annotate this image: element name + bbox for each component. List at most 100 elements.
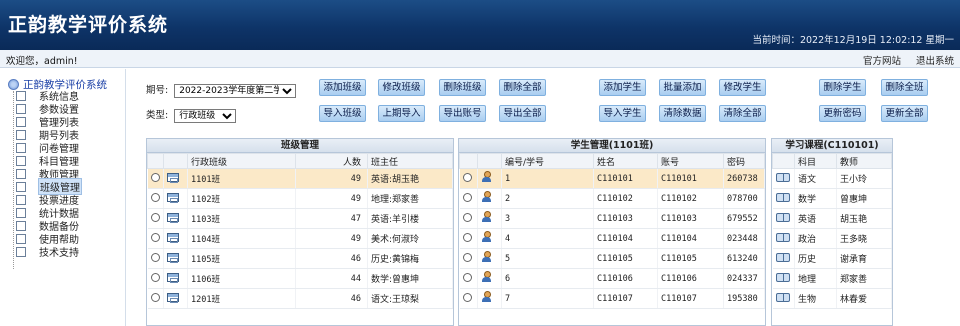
delete-class-button[interactable]: 删除班级 (439, 79, 486, 96)
import-previous-button[interactable]: 上期导入 (378, 105, 425, 122)
class-teacher: 英语:胡玉艳 (367, 168, 453, 189)
window-icon[interactable] (167, 252, 179, 263)
book-icon[interactable] (775, 172, 790, 182)
user-icon[interactable] (481, 271, 492, 283)
official-site-link[interactable]: 官方网站 (863, 56, 901, 67)
course-row[interactable]: 政治 王多晓 (772, 228, 892, 249)
book-icon[interactable] (775, 232, 790, 242)
class-radio[interactable] (150, 212, 160, 222)
update-all-button[interactable]: 更新全部 (881, 105, 928, 122)
class-teacher: 美术:何淑玲 (367, 228, 453, 249)
edit-class-button[interactable]: 修改班级 (378, 79, 425, 96)
class-radio[interactable] (150, 172, 160, 182)
student-radio[interactable] (462, 252, 472, 262)
sidebar-item-label: 技术支持 (39, 248, 79, 259)
student-icon-cell (477, 248, 502, 269)
student-radio[interactable] (462, 172, 472, 182)
class-count: 44 (295, 268, 368, 289)
student-row[interactable]: 1 C110101 C110101 260738 (459, 168, 765, 189)
student-radio[interactable] (462, 192, 472, 202)
class-radio[interactable] (150, 252, 160, 262)
student-col-radio (459, 153, 478, 169)
window-icon[interactable] (167, 172, 179, 183)
class-radio[interactable] (150, 272, 160, 282)
student-password: 613240 (723, 248, 765, 269)
student-account: C110103 (657, 208, 724, 229)
add-student-button[interactable]: 添加学生 (599, 79, 646, 96)
student-row[interactable]: 2 C110102 C110102 078700 (459, 188, 765, 209)
student-radio[interactable] (462, 292, 472, 302)
batch-add-button[interactable]: 批量添加 (659, 79, 706, 96)
logout-link[interactable]: 退出系统 (916, 56, 954, 67)
book-icon[interactable] (775, 192, 790, 202)
user-icon[interactable] (481, 231, 492, 243)
course-icon-cell (772, 268, 795, 289)
sidebar-item[interactable]: 技术支持 (12, 245, 82, 259)
class-col-icon (163, 153, 188, 169)
course-row[interactable]: 生物 林春爱 (772, 288, 892, 309)
window-icon[interactable] (167, 192, 179, 203)
book-icon[interactable] (775, 252, 790, 262)
course-row[interactable]: 地理 郑家善 (772, 268, 892, 289)
course-row[interactable]: 语文 王小玲 (772, 168, 892, 189)
student-radio-cell (459, 268, 478, 289)
class-row[interactable]: 1103班 47 英语:羊引楼 (147, 208, 453, 229)
period-select[interactable]: 2022-2023学年度第二学期 (174, 84, 297, 98)
edit-student-button[interactable]: 修改学生 (719, 79, 766, 96)
export-all-button[interactable]: 导出全部 (499, 105, 546, 122)
clear-all-button[interactable]: 清除全部 (719, 105, 766, 122)
class-radio[interactable] (150, 192, 160, 202)
student-no: 5 (501, 248, 594, 269)
user-icon[interactable] (481, 191, 492, 203)
class-row[interactable]: 1105班 46 历史:黄锦梅 (147, 248, 453, 269)
student-radio[interactable] (462, 212, 472, 222)
class-row[interactable]: 1104班 49 美术:何淑玲 (147, 228, 453, 249)
student-row[interactable]: 5 C110105 C110105 613240 (459, 248, 765, 269)
update-password-button[interactable]: 更新密码 (819, 105, 866, 122)
user-icon[interactable] (481, 291, 492, 303)
class-row[interactable]: 1101班 49 英语:胡玉艳 (147, 168, 453, 189)
class-row[interactable]: 1106班 44 数学:曾惠坤 (147, 268, 453, 289)
user-icon[interactable] (481, 211, 492, 223)
student-row[interactable]: 3 C110103 C110103 679552 (459, 208, 765, 229)
book-icon[interactable] (775, 292, 790, 302)
course-row[interactable]: 历史 谢承育 (772, 248, 892, 269)
add-class-button[interactable]: 添加班级 (319, 79, 366, 96)
clear-data-button[interactable]: 清除数据 (659, 105, 706, 122)
student-radio[interactable] (462, 232, 472, 242)
student-radio-cell (459, 168, 478, 189)
app-header: 正韵教学评价系统 当前时间：2022年12月19日 12:02:12 星期一 (0, 0, 960, 50)
class-col-radio (147, 153, 164, 169)
student-radio[interactable] (462, 272, 472, 282)
class-radio[interactable] (150, 292, 160, 302)
user-icon[interactable] (481, 251, 492, 263)
course-row[interactable]: 数学 曾惠坤 (772, 188, 892, 209)
class-radio-cell (147, 188, 164, 209)
import-student-button[interactable]: 导入学生 (599, 105, 646, 122)
delete-student-button[interactable]: 删除学生 (819, 79, 866, 96)
window-icon[interactable] (167, 292, 179, 303)
student-row[interactable]: 7 C110107 C110107 195380 (459, 288, 765, 309)
import-class-button[interactable]: 导入班级 (319, 105, 366, 122)
delete-all-classes-button[interactable]: 删除全部 (499, 79, 546, 96)
course-row[interactable]: 英语 胡玉艳 (772, 208, 892, 229)
delete-class-all-button[interactable]: 删除全班 (881, 79, 928, 96)
type-select[interactable]: 行政班级 (174, 109, 237, 123)
student-panel-title: 学生管理(1101班) (459, 139, 765, 153)
class-table: 行政班级 人数 班主任 1101班 49 英语:胡玉艳 1102班 49 地理:郑家善 11… (147, 153, 453, 309)
export-accounts-button[interactable]: 导出账号 (439, 105, 486, 122)
student-no: 1 (501, 168, 594, 189)
window-icon[interactable] (167, 232, 179, 243)
window-icon[interactable] (167, 212, 179, 223)
user-icon[interactable] (481, 171, 492, 183)
page-icon (16, 181, 26, 192)
book-icon[interactable] (775, 272, 790, 282)
window-icon[interactable] (167, 272, 179, 283)
student-row[interactable]: 6 C110106 C110106 024337 (459, 268, 765, 289)
student-row[interactable]: 4 C110104 C110104 023448 (459, 228, 765, 249)
class-radio[interactable] (150, 232, 160, 242)
book-icon[interactable] (775, 212, 790, 222)
class-row[interactable]: 1201班 46 语文:王琼梨 (147, 288, 453, 309)
class-row[interactable]: 1102班 49 地理:郑家善 (147, 188, 453, 209)
class-count: 46 (295, 248, 368, 269)
